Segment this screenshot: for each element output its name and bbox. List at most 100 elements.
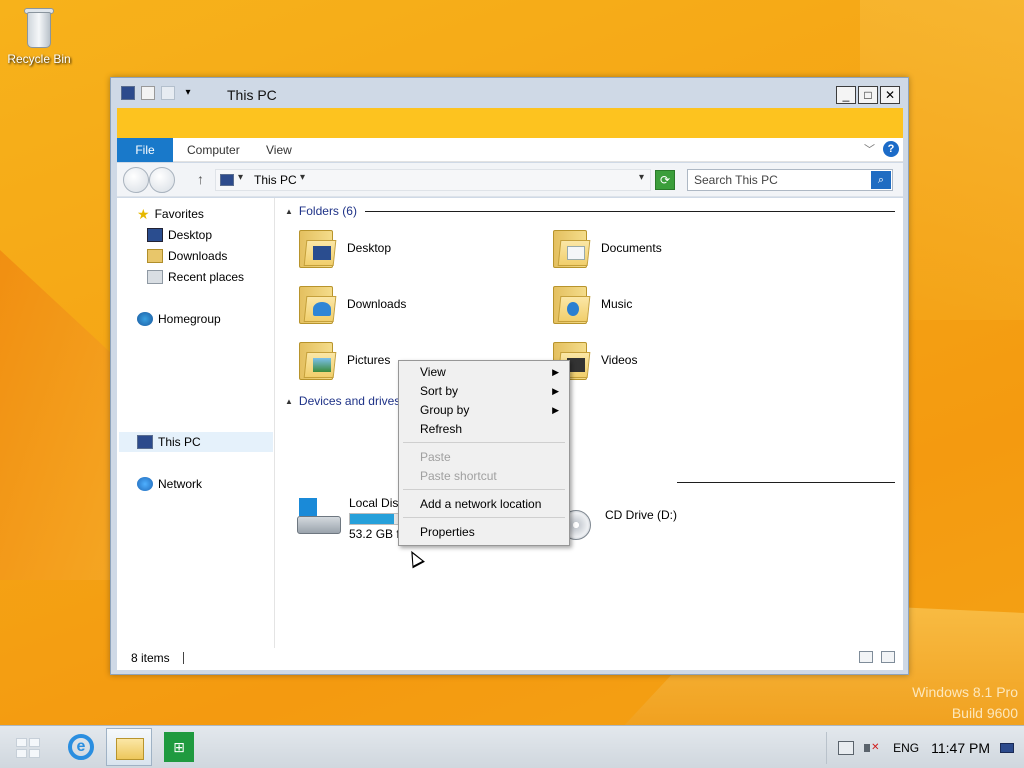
new-folder-icon[interactable] [161, 86, 175, 100]
status-bar: 8 items [117, 648, 903, 670]
menu-item-label: Sort by [420, 384, 459, 398]
up-arrow-icon[interactable]: ↑ [197, 171, 204, 187]
sidebar-item-downloads[interactable]: Downloads [147, 246, 227, 266]
folder-label: Desktop [347, 241, 392, 255]
forward-button[interactable] [149, 167, 175, 193]
hard-drive-icon [295, 496, 343, 538]
tab-file[interactable]: File [117, 138, 173, 162]
folder-item-music[interactable]: Music [551, 278, 632, 330]
menu-item-paste: Paste [401, 448, 567, 467]
recycle-bin-shortcut[interactable]: Recycle Bin [6, 6, 72, 66]
menu-separator [403, 489, 565, 490]
this-pc-icon[interactable] [121, 86, 135, 100]
sidebar-item-label: This PC [158, 435, 201, 449]
watermark-edition: Windows 8.1 Pro [912, 684, 1018, 700]
sidebar-item-network[interactable]: Network [137, 474, 202, 494]
item-count: 8 items [131, 651, 170, 665]
menu-item-paste-shortcut: Paste shortcut [401, 467, 567, 486]
music-folder-icon [551, 282, 591, 326]
menu-item-refresh[interactable]: Refresh [401, 420, 567, 439]
sidebar-item-homegroup[interactable]: Homegroup [137, 309, 221, 329]
chevron-down-icon[interactable]: ▾ [181, 86, 195, 100]
search-icon[interactable]: ⌕ [871, 171, 891, 189]
sidebar-item-favorites[interactable]: ★ Favorites [137, 204, 204, 224]
refresh-icon[interactable]: ⟳ [655, 170, 675, 190]
menu-item-label: Group by [420, 403, 470, 417]
search-input[interactable] [688, 170, 866, 190]
file-explorer-button[interactable] [106, 728, 152, 766]
main-pane: ▲ Folders (6) Desktop Documents Download… [277, 198, 903, 648]
desktop-folder-icon [297, 226, 337, 270]
tray-separator [826, 731, 828, 764]
menu-item-sort-by[interactable]: Sort by ▶ [401, 382, 567, 401]
menu-item-add-network-location[interactable]: Add a network location [401, 495, 567, 514]
back-button[interactable] [123, 167, 149, 193]
star-icon: ★ [137, 206, 150, 222]
tab-view[interactable]: View [266, 138, 292, 162]
chevron-down-icon[interactable]: ▾ [300, 172, 305, 183]
submenu-arrow-icon: ▶ [552, 405, 559, 415]
address-bar[interactable]: ▾ This PC ▾ ▾ [215, 169, 651, 191]
close-button[interactable]: ✕ [880, 86, 900, 104]
sidebar-item-recent-places[interactable]: Recent places [147, 267, 244, 287]
collapse-triangle-icon[interactable]: ▲ [285, 397, 293, 406]
file-explorer-icon [116, 738, 144, 760]
window-titlebar[interactable]: ▾ This PC _ □ ✕ [111, 78, 908, 108]
language-indicator[interactable]: ENG [893, 741, 919, 755]
chevron-down-icon[interactable]: ▾ [238, 172, 243, 183]
tab-computer[interactable]: Computer [187, 138, 240, 162]
ribbon-tabs: File Computer View ﹀ ? [117, 138, 903, 162]
address-text[interactable]: This PC [254, 173, 297, 187]
folder-item-documents[interactable]: Documents [551, 222, 662, 274]
folders-group-header[interactable]: ▲ Folders (6) [285, 204, 357, 218]
sidebar-item-label: Homegroup [158, 312, 221, 326]
start-button[interactable] [4, 728, 50, 766]
folder-item-desktop[interactable]: Desktop [297, 222, 391, 274]
menu-item-properties[interactable]: Properties [401, 523, 567, 542]
store-button[interactable]: ⊞ [156, 728, 202, 766]
sidebar-item-desktop[interactable]: Desktop [147, 225, 212, 245]
submenu-arrow-icon: ▶ [552, 386, 559, 396]
search-box[interactable]: ⌕ [687, 169, 893, 191]
group-title: Devices and drives [298, 394, 401, 408]
quick-access-toolbar: ▾ [121, 86, 195, 100]
sidebar-item-this-pc[interactable]: This PC [119, 432, 273, 452]
folder-label: Downloads [347, 297, 407, 311]
clock[interactable]: 11:47 PM [931, 740, 990, 756]
maximize-button[interactable]: □ [858, 86, 878, 104]
sidebar-item-label: Recent places [168, 270, 245, 284]
large-icons-view-icon[interactable] [881, 651, 895, 663]
expand-ribbon-icon[interactable]: ﹀ [864, 141, 875, 157]
drive-label: CD Drive (D:) [605, 508, 677, 522]
system-tray: ENG 11:47 PM [826, 726, 1024, 768]
details-view-icon[interactable] [859, 651, 873, 663]
collapse-triangle-icon[interactable]: ▲ [285, 207, 293, 216]
action-center-icon[interactable] [1000, 742, 1014, 753]
recycle-bin-label: Recycle Bin [7, 52, 71, 66]
window-title: This PC [227, 87, 277, 103]
folder-item-downloads[interactable]: Downloads [297, 278, 406, 330]
start-icon [16, 738, 40, 758]
properties-icon[interactable] [141, 86, 155, 100]
menu-item-label: Properties [420, 525, 475, 539]
menu-item-view[interactable]: View ▶ [401, 363, 567, 382]
drive-usage-fill [350, 514, 395, 524]
address-history-chevron-icon[interactable]: ▾ [639, 172, 644, 183]
menu-item-group-by[interactable]: Group by ▶ [401, 401, 567, 420]
this-pc-icon [137, 435, 153, 449]
network-icon [137, 477, 153, 491]
group-title: Folders (6) [298, 204, 357, 218]
folder-item-pictures[interactable]: Pictures [297, 334, 390, 386]
help-icon[interactable]: ? [883, 141, 899, 157]
group-divider [365, 211, 895, 212]
ribbon-accent-band [117, 108, 903, 138]
volume-muted-icon[interactable] [864, 741, 880, 755]
network-tray-icon[interactable] [838, 740, 855, 755]
minimize-button[interactable]: _ [836, 86, 856, 104]
menu-item-label: Paste shortcut [420, 469, 497, 483]
submenu-arrow-icon: ▶ [552, 367, 559, 377]
devices-group-header[interactable]: ▲ Devices and drives [285, 394, 400, 408]
folder-label: Music [601, 297, 633, 311]
internet-explorer-button[interactable]: e [56, 728, 102, 766]
status-separator [183, 652, 184, 664]
